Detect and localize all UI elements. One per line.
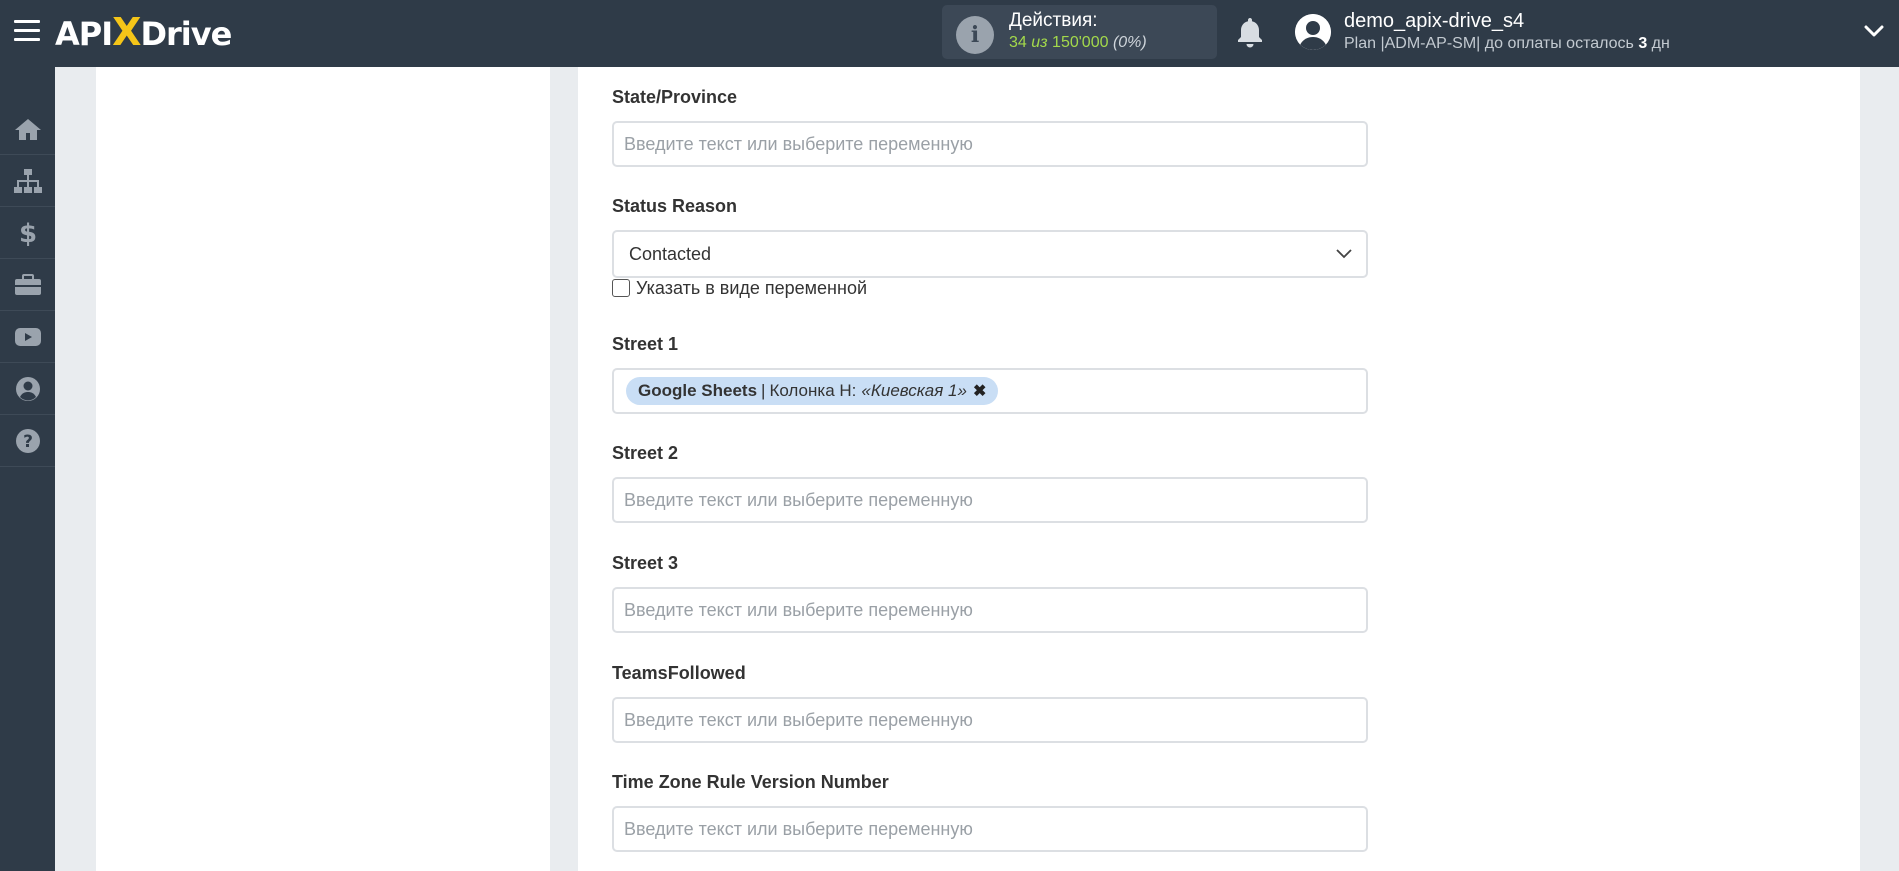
sidebar-item-home[interactable] bbox=[0, 103, 55, 155]
days-left: 3 bbox=[1638, 35, 1648, 52]
actions-of: из bbox=[1031, 34, 1048, 51]
sitemap-icon bbox=[13, 168, 42, 193]
avatar[interactable] bbox=[1295, 14, 1331, 50]
sidebar-item-tools[interactable] bbox=[0, 259, 55, 311]
tag-separator: | bbox=[761, 381, 766, 400]
sidebar: $ ? bbox=[0, 67, 55, 871]
chevron-down-icon[interactable] bbox=[1864, 24, 1884, 38]
field-state-province: State/Province bbox=[612, 86, 1368, 167]
status-reason-select[interactable]: Contacted bbox=[612, 230, 1368, 278]
actions-title: Действия: bbox=[1009, 10, 1098, 31]
field-street1: Street 1 Google Sheets | Колонка H: «Кие… bbox=[612, 333, 1368, 414]
field-status-reason: Status Reason Contacted bbox=[612, 195, 1368, 278]
tag-column: Колонка H: bbox=[769, 381, 857, 400]
menu-icon[interactable] bbox=[14, 20, 40, 44]
as-variable-label[interactable]: Указать в виде переменной bbox=[636, 278, 867, 299]
actions-total: 150'000 bbox=[1052, 34, 1109, 51]
user-circle-icon bbox=[15, 376, 40, 401]
street1-input[interactable]: Google Sheets | Колонка H: «Киевская 1» … bbox=[612, 368, 1368, 414]
as-variable-row: Указать в виде переменной bbox=[612, 277, 867, 299]
info-icon: i bbox=[956, 16, 994, 54]
question-icon: ? bbox=[15, 428, 40, 453]
select-value: Contacted bbox=[629, 244, 712, 264]
youtube-icon bbox=[14, 327, 41, 346]
field-label: Street 1 bbox=[612, 334, 679, 354]
tag-source: Google Sheets bbox=[638, 381, 758, 400]
field-label: Status Reason bbox=[612, 196, 738, 216]
chevron-down-icon bbox=[1336, 249, 1352, 259]
field-label: Time Zone Rule Version Number bbox=[612, 772, 889, 792]
dollar-icon: $ bbox=[19, 219, 37, 247]
sidebar-item-profile[interactable] bbox=[0, 363, 55, 415]
field-label: Street 2 bbox=[612, 443, 679, 463]
tz-rule-version-input[interactable] bbox=[612, 806, 1368, 852]
user-plan: Plan |ADM-AP-SM| до оплаты осталось 3 дн bbox=[1344, 35, 1670, 53]
field-street2: Street 2 bbox=[612, 442, 1368, 523]
svg-text:?: ? bbox=[23, 432, 33, 452]
left-panel bbox=[96, 67, 550, 871]
logo-text-api: API bbox=[55, 15, 113, 53]
field-label: Street 3 bbox=[612, 553, 679, 573]
logo-text-x: X bbox=[112, 10, 141, 54]
actions-usage: 34 из 150'000 (0%) bbox=[1009, 34, 1147, 52]
teams-followed-input[interactable] bbox=[612, 697, 1368, 743]
home-icon bbox=[14, 118, 41, 140]
actions-used: 34 bbox=[1009, 34, 1027, 51]
user-name[interactable]: demo_apix-drive_s4 bbox=[1344, 10, 1524, 33]
tag-remove-icon[interactable]: ✖ bbox=[973, 381, 986, 401]
field-teams-followed: TeamsFollowed bbox=[612, 662, 1368, 743]
sidebar-item-billing[interactable]: $ bbox=[0, 207, 55, 259]
sidebar-item-help[interactable]: ? bbox=[0, 415, 55, 467]
field-label: TeamsFollowed bbox=[612, 663, 746, 683]
svg-text:$: $ bbox=[19, 219, 37, 247]
top-bar: APIXDrive i Действия: 34 из 150'000 (0%)… bbox=[0, 0, 1899, 67]
days-unit: дн bbox=[1647, 35, 1670, 52]
actions-counter[interactable]: i Действия: 34 из 150'000 (0%) bbox=[942, 5, 1217, 59]
logo[interactable]: APIXDrive bbox=[55, 10, 232, 54]
as-variable-checkbox[interactable] bbox=[612, 279, 630, 297]
state-province-input[interactable] bbox=[612, 121, 1368, 167]
field-label: State/Province bbox=[612, 87, 738, 107]
briefcase-icon bbox=[14, 273, 41, 295]
logo-text-drive: Drive bbox=[140, 15, 232, 53]
tag-value: «Киевская 1» bbox=[861, 381, 967, 400]
bell-icon[interactable] bbox=[1236, 16, 1264, 48]
street3-input[interactable] bbox=[612, 587, 1368, 633]
sidebar-item-video[interactable] bbox=[0, 311, 55, 363]
variable-tag: Google Sheets | Колонка H: «Киевская 1» … bbox=[626, 377, 999, 405]
user-avatar-icon bbox=[1295, 14, 1331, 50]
field-tz-rule-version: Time Zone Rule Version Number bbox=[612, 771, 1368, 852]
street2-input[interactable] bbox=[612, 477, 1368, 523]
field-street3: Street 3 bbox=[612, 552, 1368, 633]
actions-percent: (0%) bbox=[1112, 34, 1147, 51]
plan-prefix: Plan |ADM-AP-SM| до оплаты осталось bbox=[1344, 35, 1639, 52]
sidebar-item-connections[interactable] bbox=[0, 155, 55, 207]
